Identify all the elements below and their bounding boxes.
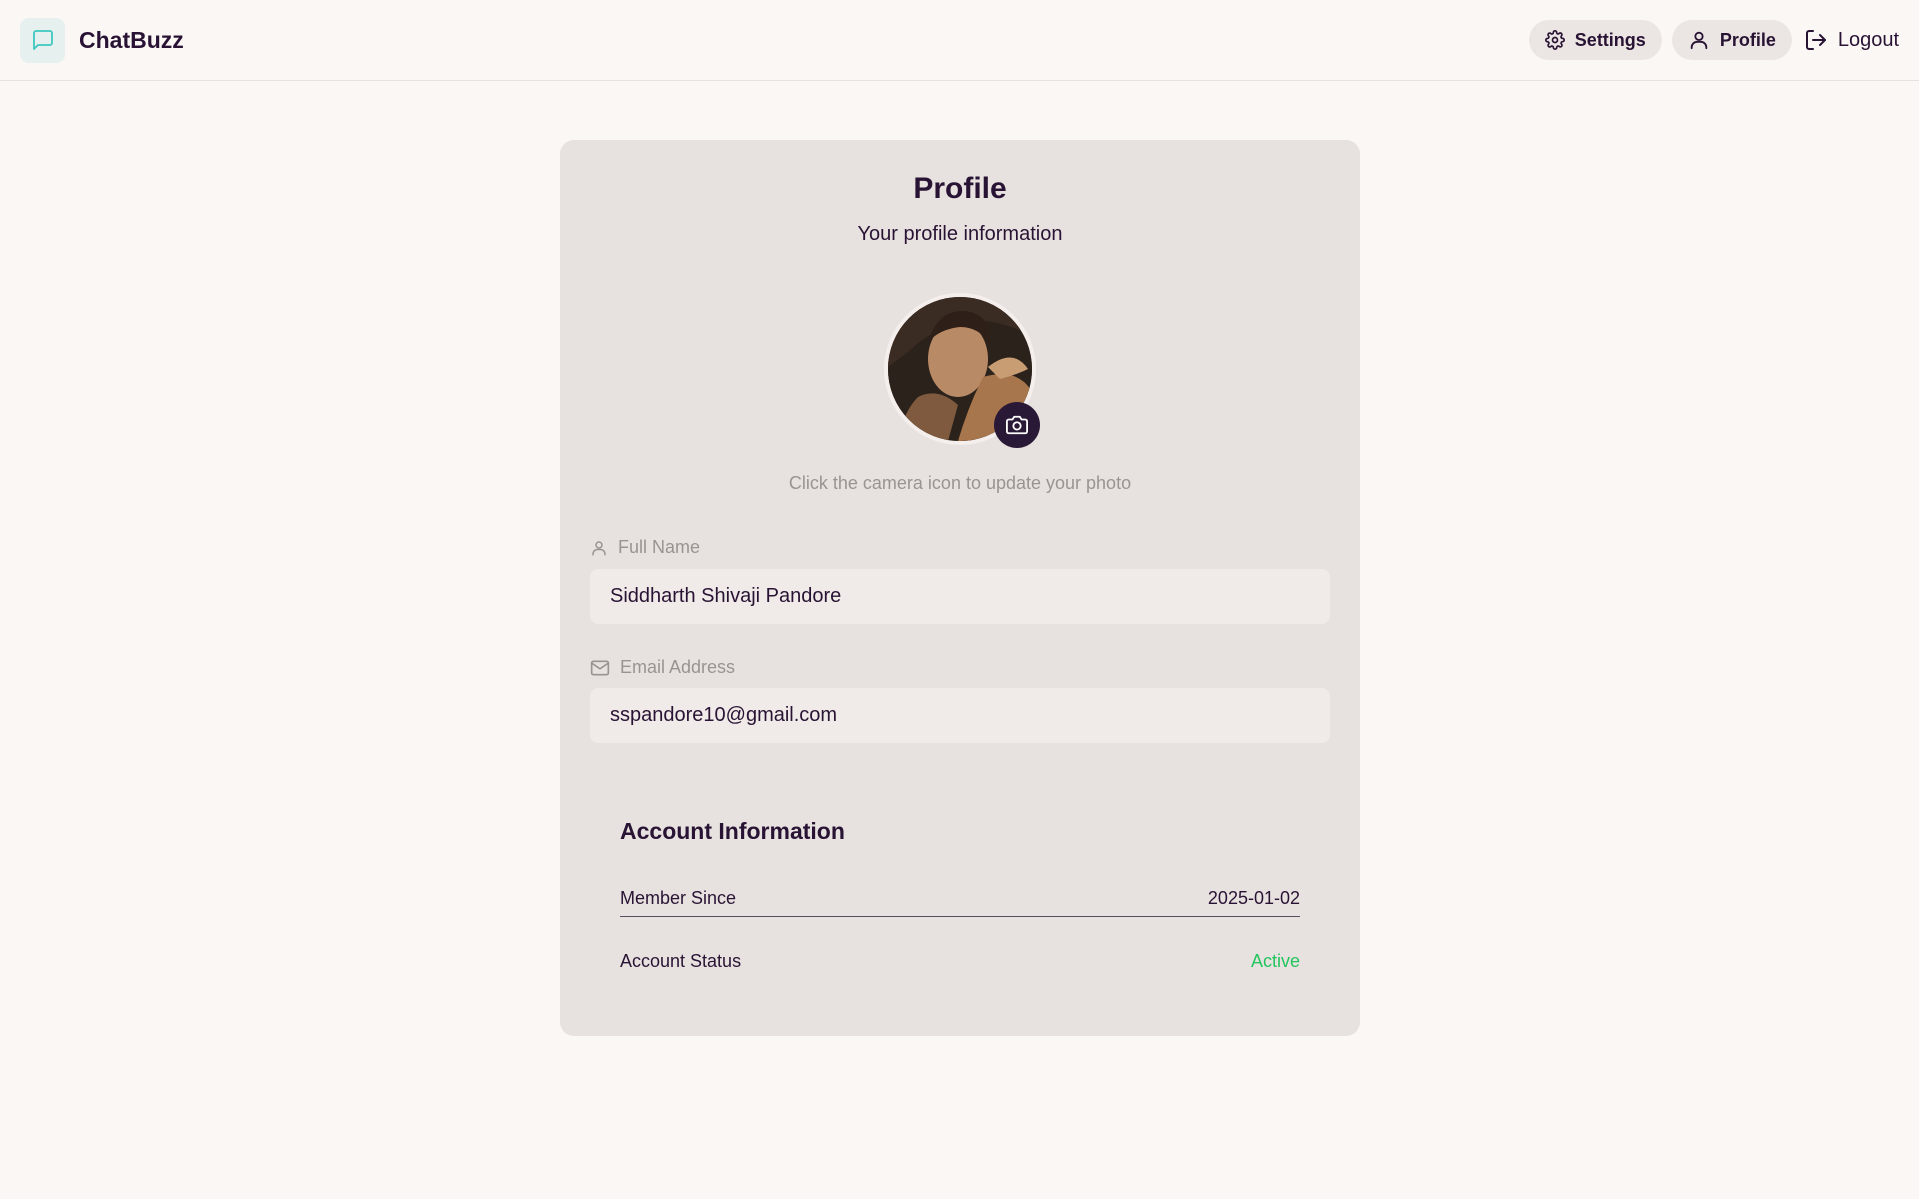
account-status-label: Account Status	[620, 950, 742, 971]
brand-logo	[20, 17, 65, 63]
avatar-hint: Click the camera icon to update your pho…	[788, 473, 1132, 493]
member-since-row: Member Since 2025-01-02	[620, 881, 1300, 917]
email-value: sspandore10@gmail.com	[610, 704, 838, 726]
profile-card: Profile Your profile information Click t…	[560, 140, 1360, 1036]
nav-menu: Settings Profile Logout	[1528, 20, 1899, 60]
brand-name: ChatBuzz	[79, 26, 184, 53]
full-name-label: Full Name	[590, 537, 700, 558]
settings-button[interactable]: Settings	[1528, 20, 1662, 60]
account-information-title: Account Information	[620, 818, 845, 844]
member-since-label: Member Since	[620, 888, 737, 908]
user-icon	[1690, 31, 1708, 50]
full-name-value: Siddharth Shivaji Pandore	[610, 585, 842, 607]
message-square-icon	[32, 30, 53, 50]
user-icon	[592, 540, 606, 555]
email-label: Email Address	[590, 657, 735, 678]
profile-button[interactable]: Profile	[1671, 20, 1792, 60]
brand[interactable]: ChatBuzz	[20, 17, 184, 63]
mail-icon	[590, 660, 610, 675]
settings-label: Settings	[1574, 29, 1646, 50]
profile-label: Profile	[1719, 29, 1776, 50]
camera-upload-button[interactable]	[994, 402, 1040, 448]
member-since-value: 2025-01-02	[1207, 888, 1300, 908]
full-name-field[interactable]: Siddharth Shivaji Pandore	[590, 569, 1330, 624]
email-field[interactable]: sspandore10@gmail.com	[590, 688, 1330, 743]
full-name-label-text: Full Name	[618, 537, 701, 557]
logout-icon	[1805, 30, 1826, 50]
logout-label: Logout	[1837, 28, 1899, 51]
email-label-text: Email Address	[620, 657, 736, 677]
avatar-container	[884, 293, 1040, 448]
page-subtitle: Your profile information	[857, 223, 1063, 245]
page-title: Profile	[913, 172, 1007, 205]
account-status-value: Active	[1250, 950, 1300, 971]
camera-icon	[1006, 415, 1028, 435]
top-navbar: ChatBuzz Settings Profile Logout	[0, 0, 1919, 81]
gear-icon	[1544, 30, 1565, 50]
account-status-row: Account Status Active	[620, 943, 1300, 979]
logout-button[interactable]: Logout	[1802, 20, 1899, 60]
